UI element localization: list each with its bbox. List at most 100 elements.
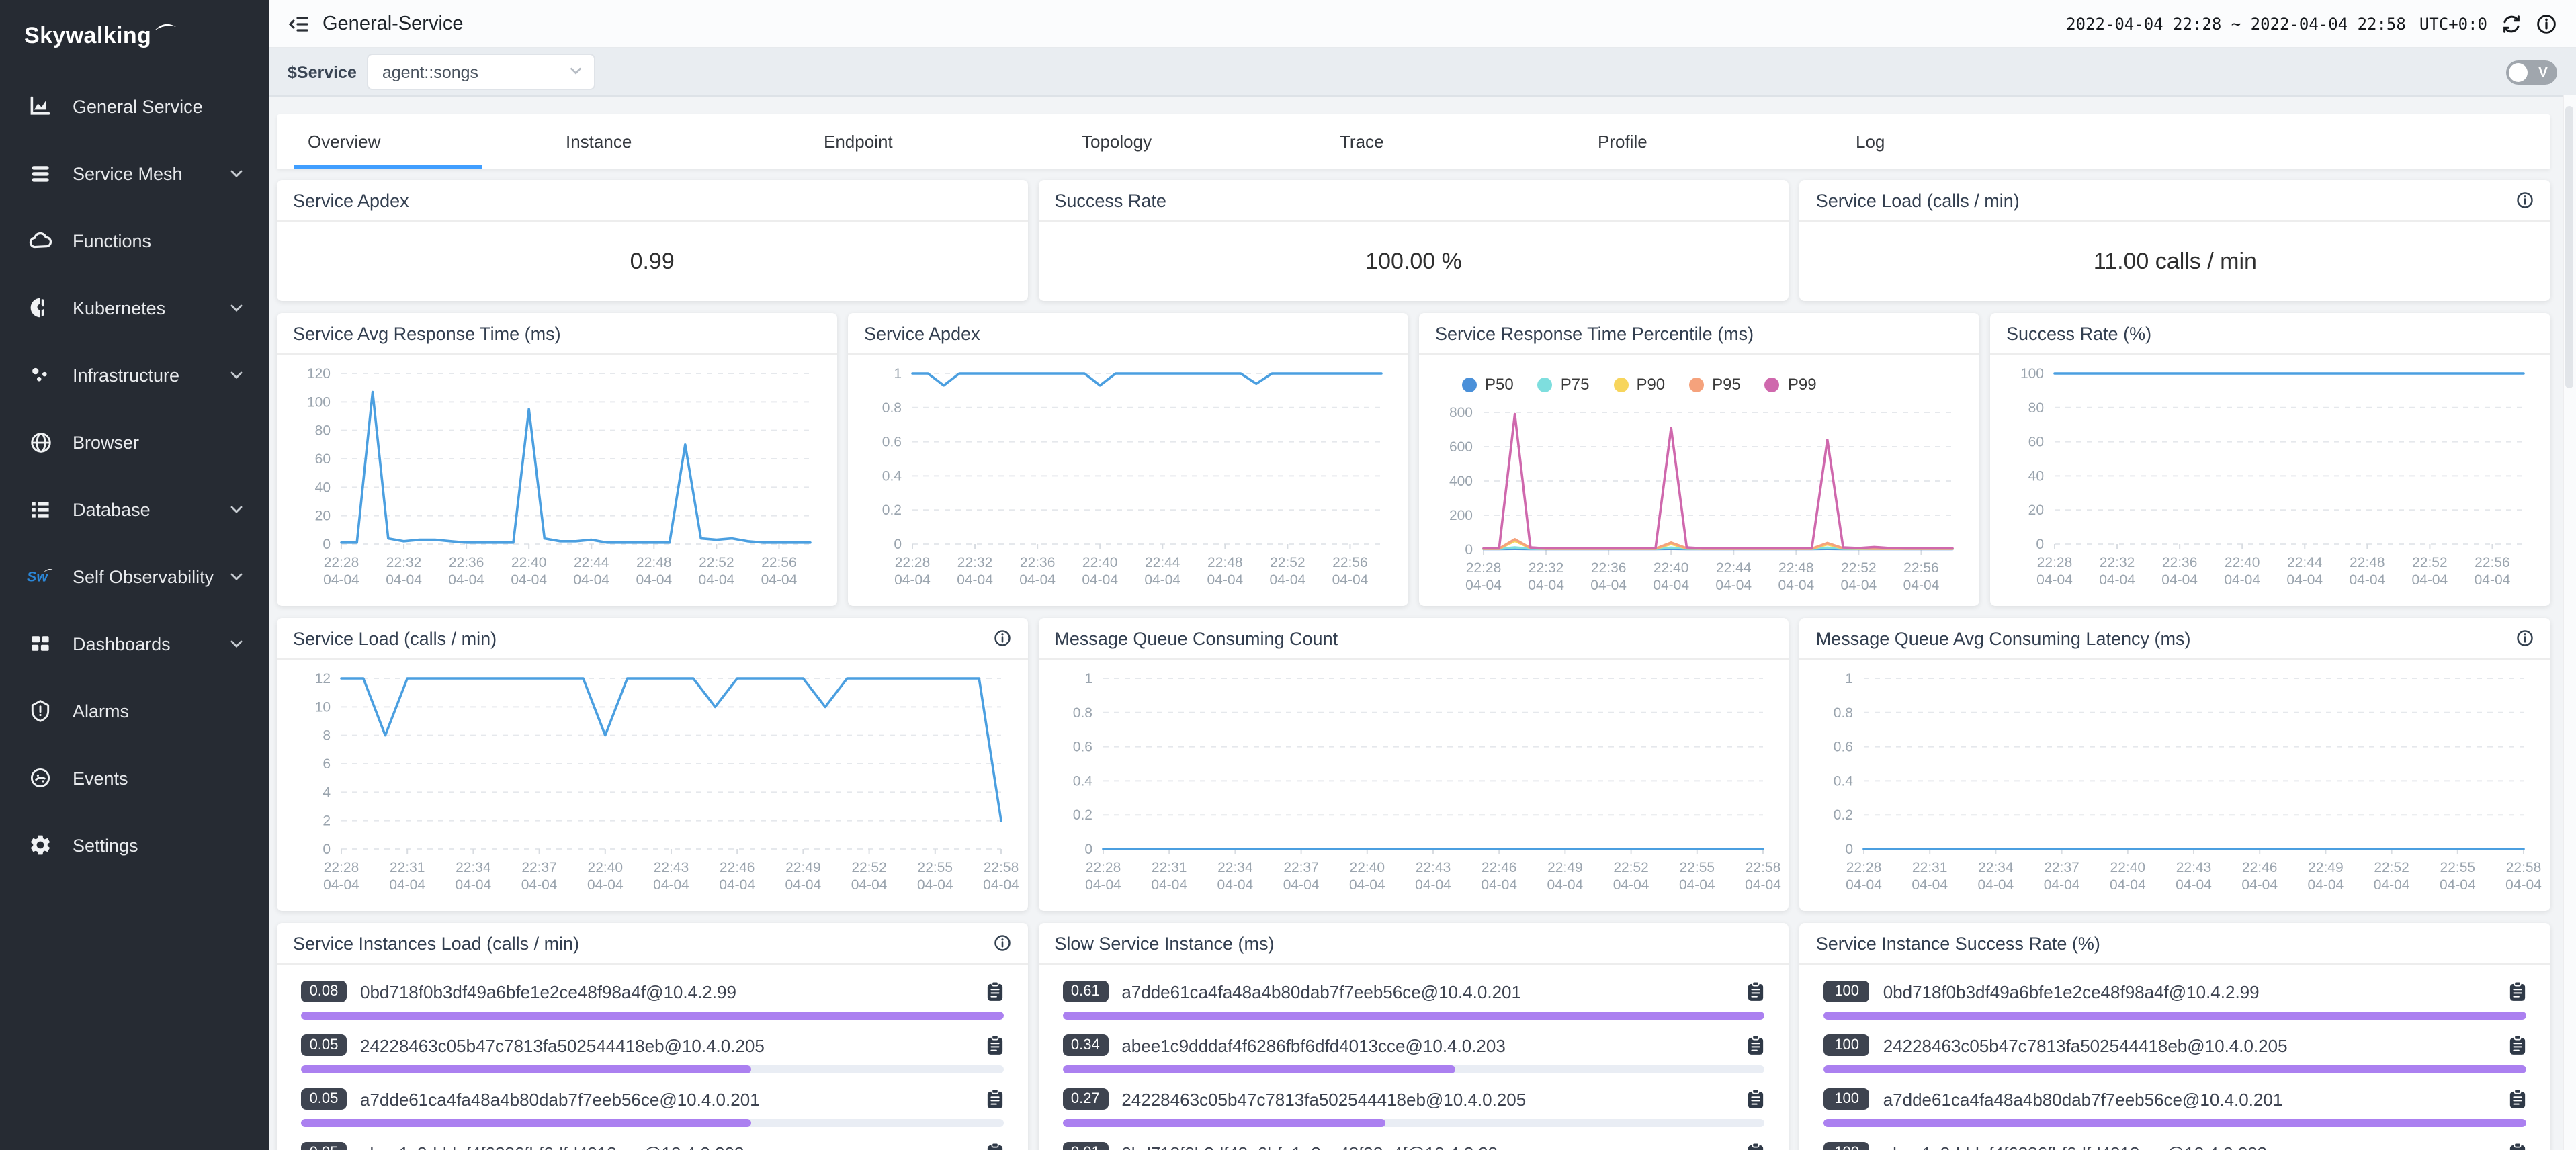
svg-text:04-04: 04-04 (1528, 578, 1564, 593)
tab-overview[interactable]: Overview (294, 114, 552, 169)
skywalking-app: Skywalking General Service Service Mesh … (0, 0, 2576, 1150)
legend-label: P99 (1788, 375, 1817, 394)
instance-name[interactable]: 0bd718f0b3df49a6bfe1e2ce48f98a4f@10.4.2.… (360, 981, 975, 1002)
svg-text:22:28: 22:28 (1085, 860, 1121, 875)
sidebar-item-general-service[interactable]: General Service (0, 73, 269, 140)
instance-name[interactable]: 24228463c05b47c7813fa502544418eb@10.4.0.… (1883, 1035, 2498, 1055)
legend-item-p50[interactable]: P50 (1462, 375, 1514, 394)
tab-topology[interactable]: Topology (1068, 114, 1326, 169)
svg-text:22:48: 22:48 (636, 555, 672, 570)
panel-header: Service Avg Response Time (ms) (277, 313, 837, 355)
sidebar-item-dashboards[interactable]: Dashboards (0, 610, 269, 677)
instance-row-top: 0.05 24228463c05b47c7813fa502544418eb@10… (301, 1032, 1003, 1059)
database-icon (27, 496, 54, 523)
svg-text:100: 100 (307, 394, 331, 410)
instance-name[interactable]: abee1c9dddaf4f6286fbf6dfd4013cce@10.4.0.… (1121, 1035, 1736, 1055)
svg-text:04-04: 04-04 (2044, 877, 2080, 893)
svg-text:20: 20 (2028, 502, 2044, 518)
panel-header: Service Load (calls / min) (1800, 180, 2550, 222)
service-select-value: agent::songs (382, 62, 569, 81)
svg-text:04-04: 04-04 (2161, 572, 2198, 588)
sidebar-item-alarms[interactable]: Alarms (0, 677, 269, 744)
instance-name[interactable]: a7dde61ca4fa48a4b80dab7f7eeb56ce@10.4.0.… (1121, 981, 1736, 1002)
view-toggle[interactable]: V (2506, 60, 2557, 84)
clipboard-icon[interactable] (1748, 981, 1765, 1002)
svg-text:22:36: 22:36 (1020, 555, 1056, 570)
tab-trace[interactable]: Trace (1326, 114, 1584, 169)
instance-name[interactable]: abee1c9dddaf4f6286fbf6dfd4013cce@10.4.0.… (360, 1143, 975, 1150)
sidebar-item-events[interactable]: Events (0, 744, 269, 811)
sidebar-item-infrastructure[interactable]: Infrastructure (0, 341, 269, 408)
svg-text:0.6: 0.6 (1834, 740, 1853, 755)
svg-text:04-04: 04-04 (1084, 877, 1121, 893)
chart-canvas: 02040608010012022:2804-0422:3204-0422:36… (280, 355, 834, 601)
charts-row-2: Service Load (calls / min) 02468101222:2… (277, 618, 2550, 911)
sidebar: Skywalking General Service Service Mesh … (0, 0, 269, 1150)
svg-text:04-04: 04-04 (894, 572, 931, 588)
tab-instance[interactable]: Instance (552, 114, 810, 169)
sidebar-collapse-icon[interactable] (288, 13, 309, 34)
globe-icon (27, 429, 54, 455)
instance-name[interactable]: a7dde61ca4fa48a4b80dab7f7eeb56ce@10.4.0.… (1883, 1089, 2498, 1109)
tab-endpoint[interactable]: Endpoint (810, 114, 1068, 169)
clipboard-icon[interactable] (986, 1142, 1003, 1150)
svg-text:04-04: 04-04 (1019, 572, 1056, 588)
panel-title: Success Rate (1054, 190, 1166, 210)
chevron-down-icon (228, 300, 245, 316)
instance-name[interactable]: 0bd718f0b3df49a6bfe1e2ce48f98a4f@10.4.2.… (1883, 981, 2498, 1002)
instance-name[interactable]: 24228463c05b47c7813fa502544418eb@10.4.0.… (1121, 1089, 1736, 1109)
info-icon[interactable] (2516, 191, 2534, 210)
svg-text:22:43: 22:43 (2176, 860, 2212, 875)
refresh-icon[interactable] (2501, 13, 2522, 34)
clipboard-icon[interactable] (986, 1088, 1003, 1110)
scrollbar-thumb[interactable] (2565, 106, 2573, 388)
vertical-scrollbar[interactable] (2563, 95, 2576, 1150)
clipboard-icon[interactable] (2509, 1088, 2526, 1110)
sidebar-item-database[interactable]: Database (0, 476, 269, 543)
svg-text:22:32: 22:32 (2100, 555, 2135, 570)
clipboard-icon[interactable] (2509, 981, 2526, 1002)
svg-text:04-04: 04-04 (1841, 578, 1877, 593)
svg-text:04-04: 04-04 (1151, 877, 1187, 893)
info-icon[interactable] (2536, 13, 2557, 34)
instance-name[interactable]: a7dde61ca4fa48a4b80dab7f7eeb56ce@10.4.0.… (360, 1089, 975, 1109)
sidebar-item-browser[interactable]: Browser (0, 408, 269, 476)
clipboard-icon[interactable] (2509, 1142, 2526, 1150)
legend-item-p99[interactable]: P99 (1765, 375, 1817, 394)
tab-profile[interactable]: Profile (1584, 114, 1842, 169)
svg-text:22:37: 22:37 (521, 860, 557, 875)
sidebar-item-kubernetes[interactable]: Kubernetes (0, 274, 269, 341)
clipboard-icon[interactable] (986, 981, 1003, 1002)
svg-text:40: 40 (315, 480, 331, 495)
svg-text:04-04: 04-04 (2099, 572, 2135, 588)
instance-name[interactable]: 24228463c05b47c7813fa502544418eb@10.4.0.… (360, 1035, 975, 1055)
svg-text:04-04: 04-04 (983, 877, 1019, 893)
chart-body: 02040608010022:2804-0422:3204-0422:3604-… (1990, 355, 2550, 606)
sidebar-item-settings[interactable]: Settings (0, 811, 269, 879)
instance-name[interactable]: 0bd718f0b3df49a6bfe1e2ce48f98a4f@10.4.2.… (1121, 1143, 1736, 1150)
legend-item-p90[interactable]: P90 (1613, 375, 1665, 394)
info-icon[interactable] (992, 629, 1011, 648)
toggle-knob (2509, 62, 2528, 81)
info-icon[interactable] (2516, 629, 2534, 648)
chart-title: Service Avg Response Time (ms) (293, 323, 561, 343)
clipboard-icon[interactable] (986, 1034, 1003, 1056)
svg-text:0.2: 0.2 (882, 502, 902, 518)
sidebar-item-label: Kubernetes (73, 298, 228, 318)
clipboard-icon[interactable] (2509, 1034, 2526, 1056)
sidebar-item-functions[interactable]: Functions (0, 207, 269, 274)
instance-name[interactable]: abee1c9dddaf4f6286fbf6dfd4013cce@10.4.0.… (1883, 1143, 2498, 1150)
chart-title: Success Rate (%) (2006, 323, 2151, 343)
chart-canvas: 02468101222:2804-0422:3104-0422:3404-042… (280, 660, 1025, 905)
sidebar-item-self-observability[interactable]: Sw Self Observability (0, 543, 269, 610)
sidebar-item-service-mesh[interactable]: Service Mesh (0, 140, 269, 207)
legend-item-p95[interactable]: P95 (1689, 375, 1741, 394)
legend-item-p75[interactable]: P75 (1538, 375, 1590, 394)
svg-text:22:37: 22:37 (1283, 860, 1319, 875)
clipboard-icon[interactable] (1748, 1088, 1765, 1110)
service-select[interactable]: agent::songs (368, 54, 596, 90)
clipboard-icon[interactable] (1748, 1142, 1765, 1150)
tab-log[interactable]: Log (1842, 114, 2100, 169)
clipboard-icon[interactable] (1748, 1034, 1765, 1056)
info-icon[interactable] (992, 934, 1011, 953)
